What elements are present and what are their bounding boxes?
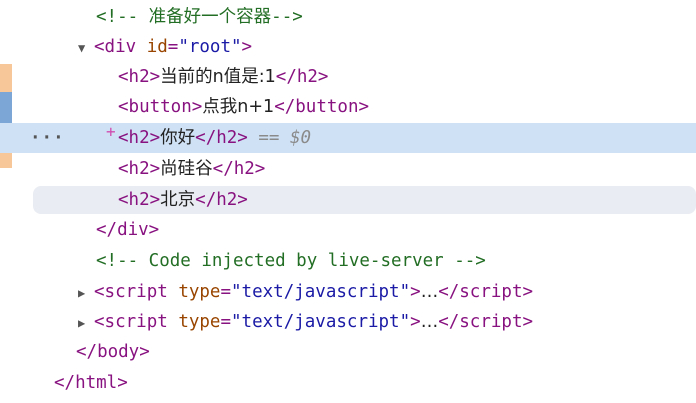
script-1-tag-name: script [104,282,168,302]
attr-value-root: "root" [178,37,242,57]
dom-node-html-close[interactable]: </html> [0,368,696,398]
dom-node-button[interactable]: <button>点我n+1</button> [0,92,696,122]
button-node-content: <button>点我n+1</button> [118,97,370,117]
dom-node-script-2[interactable]: ▶ <script type="text/javascript">…</scrip… [0,307,696,337]
script-1-collapsed: … [420,282,439,302]
h2-count-content: <h2>当前的n值是:1</h2> [118,67,329,87]
dom-node-body-close[interactable]: </body> [0,337,696,367]
div-root-content: ▼ <div id="root"> [78,32,252,62]
html-close-tag: </html> [54,373,128,393]
h2-beijing-content: <h2>北京</h2> [118,190,248,210]
h2-count-text: 当前的n值是:1 [160,67,276,87]
div-close-tag: </div> [96,220,160,240]
script-2-attr-name: type [178,312,221,332]
script-1-attr-value: "text/javascript" [231,282,411,302]
button-node-text: 点我n+1 [202,97,275,117]
dom-node-h2-count[interactable]: <h2>当前的n值是:1</h2> [0,62,696,92]
script-2-tag-name: script [104,312,168,332]
script-1-attr-name: type [178,282,221,302]
dom-node-comment-injected[interactable]: <!-- Code injected by live-server --> [0,246,696,276]
h2-beijing-text: 北京 [160,190,196,210]
triangle-down-icon[interactable]: ▼ [78,33,94,63]
dom-node-div-close[interactable]: </div> [0,215,696,245]
dom-node-h2-hello-selected[interactable]: ··· + <h2>你好</h2> == $0 [0,122,696,153]
h2-atguigu-content: <h2>尚硅谷</h2> [118,159,266,179]
attr-name-id: id [146,37,168,57]
script-2-collapsed: … [420,312,439,332]
comment-injected-text: <!-- Code injected by live-server --> [96,251,486,271]
script-2-content: ▶ <script type="text/javascript">…</scrip… [78,307,533,337]
dom-node-div-root[interactable]: ▼ <div id="root"> [0,32,696,62]
h2-hello-text: 你好 [160,128,196,148]
comment-text: <!-- 准备好一个容器--> [96,7,303,27]
body-close-tag: </body> [76,342,150,362]
script-1-close-tag: script [459,282,523,302]
selected-node-marker: == $0 [258,128,312,148]
elements-panel: <!-- 准备好一个容器--> ▼ <div id="root"> <h2>当前的… [0,0,696,403]
script-2-attr-value: "text/javascript" [231,312,411,332]
dom-node-comment-container[interactable]: <!-- 准备好一个容器--> [0,2,696,32]
ellipsis-icon[interactable]: ··· [30,123,65,153]
dom-node-h2-beijing-hovered[interactable]: <h2>北京</h2> [0,185,696,215]
triangle-right-icon[interactable]: ▶ [78,278,94,308]
dom-node-h2-atguigu[interactable]: <h2>尚硅谷</h2> [0,154,696,184]
script-1-content: ▶ <script type="text/javascript">…</scrip… [78,277,533,307]
script-2-close-tag: script [459,312,523,332]
h2-atguigu-text: 尚硅谷 [160,159,213,179]
dom-node-script-1[interactable]: ▶ <script type="text/javascript">…</scrip… [0,277,696,307]
triangle-right-icon[interactable]: ▶ [78,308,94,338]
h2-hello-content: <h2>你好</h2> == $0 [118,128,312,148]
div-tag-name: div [104,37,137,57]
plus-icon: + [106,122,116,141]
